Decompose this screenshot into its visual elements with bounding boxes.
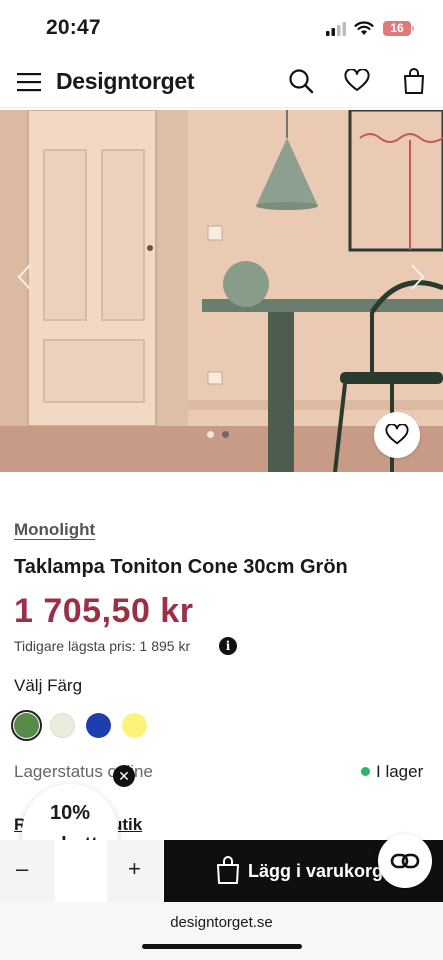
chevron-right-icon[interactable] [404,260,430,294]
carousel-dots [207,431,229,438]
quantity-stepper: – + [0,840,163,902]
product-price: 1 705,50 kr [14,592,194,630]
promo-percent: 10% [49,802,91,824]
site-logo[interactable]: Designtorget [56,68,195,95]
color-swatch-blue[interactable] [86,713,111,738]
quantity-input[interactable] [55,840,107,902]
heart-icon [385,424,409,445]
add-to-wishlist-button[interactable] [374,412,420,458]
product-title: Taklampa Toniton Cone 30cm Grön [14,556,348,578]
chevron-left-icon[interactable] [12,260,38,294]
product-photo [0,110,443,472]
signal-icon [326,22,346,36]
browser-url-bar[interactable]: designtorget.se [0,902,443,960]
quantity-increase-button[interactable]: + [128,856,141,882]
battery-cap [412,26,414,31]
close-promo-icon[interactable]: ✕ [113,765,135,787]
quantity-decrease-button[interactable]: – [16,856,28,882]
product-image-carousel[interactable] [0,110,443,472]
shopping-bag-icon[interactable] [402,67,426,95]
search-icon[interactable] [288,68,314,94]
home-indicator[interactable] [142,944,302,949]
shopping-bag-icon [217,856,239,884]
wishlist-heart-icon[interactable] [344,69,370,93]
carousel-dot-active[interactable] [222,431,229,438]
status-bar: 20:47 16 [0,0,443,56]
chat-link-icon [390,853,420,869]
color-swatch-yellow[interactable] [122,713,147,738]
product-brand-link[interactable]: Monolight [14,520,95,540]
browser-url[interactable]: designtorget.se [0,914,443,931]
stock-status-value: I lager [376,762,424,781]
in-stock-dot [361,767,370,776]
battery-indicator: 16 [383,21,411,36]
previous-lowest-price: Tidigare lägsta pris: 1 895 kr [14,638,191,654]
color-swatch-green[interactable] [14,713,39,738]
wifi-icon [354,21,374,35]
info-icon[interactable]: i [219,637,237,655]
hamburger-menu-icon[interactable] [16,70,42,94]
status-time: 20:47 [46,16,101,39]
site-header: Designtorget [0,56,443,108]
color-swatch-cream[interactable] [50,713,75,738]
carousel-dot[interactable] [207,431,214,438]
chat-button[interactable] [378,834,432,888]
color-selector-label: Välj Färg [14,676,83,695]
